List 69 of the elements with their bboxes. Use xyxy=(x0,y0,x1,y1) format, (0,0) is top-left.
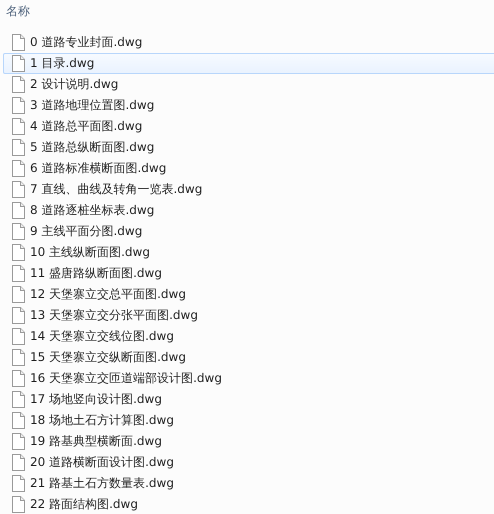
file-row[interactable]: 17 场地竖向设计图.dwg xyxy=(3,389,494,410)
file-icon xyxy=(12,286,25,303)
column-header[interactable]: 名称 xyxy=(6,2,30,20)
file-name: 3 道路地理位置图.dwg xyxy=(30,97,154,114)
file-row[interactable]: 10 主线纵断面图.dwg xyxy=(3,242,494,263)
file-row[interactable]: 16 天堡寨立交匝道端部设计图.dwg xyxy=(3,368,494,389)
file-name: 12 天堡寨立交总平面图.dwg xyxy=(30,286,186,303)
file-name: 20 道路横断面设计图.dwg xyxy=(30,454,174,471)
file-row[interactable]: 3 道路地理位置图.dwg xyxy=(3,95,494,116)
file-row[interactable]: 15 天堡寨立交纵断面图.dwg xyxy=(3,347,494,368)
file-icon xyxy=(12,118,25,135)
file-icon xyxy=(12,76,25,93)
file-icon xyxy=(12,202,25,219)
file-name: 21 路基土石方数量表.dwg xyxy=(30,475,174,492)
file-icon xyxy=(12,139,25,156)
file-name: 11 盛唐路纵断面图.dwg xyxy=(30,265,162,282)
file-row[interactable]: 0 道路专业封面.dwg xyxy=(3,32,494,53)
file-name: 19 路基典型横断面.dwg xyxy=(30,433,162,450)
file-row[interactable]: 1 目录.dwg xyxy=(3,53,494,74)
file-icon xyxy=(12,223,25,240)
file-name: 5 道路总纵断面图.dwg xyxy=(30,139,154,156)
file-row[interactable]: 14 天堡寨立交线位图.dwg xyxy=(3,326,494,347)
file-name: 14 天堡寨立交线位图.dwg xyxy=(30,328,174,345)
file-icon xyxy=(12,307,25,324)
file-row[interactable]: 13 天堡寨立交分张平面图.dwg xyxy=(3,305,494,326)
file-name: 13 天堡寨立交分张平面图.dwg xyxy=(30,307,198,324)
file-icon xyxy=(12,34,25,51)
file-icon xyxy=(12,244,25,261)
file-name: 16 天堡寨立交匝道端部设计图.dwg xyxy=(30,370,222,387)
file-name: 8 道路逐桩坐标表.dwg xyxy=(30,202,154,219)
file-row[interactable]: 5 道路总纵断面图.dwg xyxy=(3,137,494,158)
file-row[interactable]: 11 盛唐路纵断面图.dwg xyxy=(3,263,494,284)
file-icon xyxy=(12,454,25,471)
file-row[interactable]: 6 道路标准横断面图.dwg xyxy=(3,158,494,179)
file-icon xyxy=(12,412,25,429)
file-row[interactable]: 2 设计说明.dwg xyxy=(3,74,494,95)
file-row[interactable]: 8 道路逐桩坐标表.dwg xyxy=(3,200,494,221)
file-row[interactable]: 21 路基土石方数量表.dwg xyxy=(3,473,494,494)
file-icon xyxy=(12,328,25,345)
file-row[interactable]: 19 路基典型横断面.dwg xyxy=(3,431,494,452)
file-name: 2 设计说明.dwg xyxy=(30,76,118,93)
file-name: 10 主线纵断面图.dwg xyxy=(30,244,150,261)
file-icon xyxy=(12,370,25,387)
file-name: 22 路面结构图.dwg xyxy=(30,496,138,513)
file-name: 15 天堡寨立交纵断面图.dwg xyxy=(30,349,186,366)
file-name: 9 主线平面分图.dwg xyxy=(30,223,142,240)
file-name: 17 场地竖向设计图.dwg xyxy=(30,391,162,408)
file-icon xyxy=(12,55,25,72)
file-name: 6 道路标准横断面图.dwg xyxy=(30,160,166,177)
file-icon xyxy=(12,160,25,177)
file-icon xyxy=(12,433,25,450)
file-icon xyxy=(12,475,25,492)
file-icon xyxy=(12,265,25,282)
file-row[interactable]: 20 道路横断面设计图.dwg xyxy=(3,452,494,473)
file-icon xyxy=(12,97,25,114)
file-row[interactable]: 9 主线平面分图.dwg xyxy=(3,221,494,242)
file-name: 7 直线、曲线及转角一览表.dwg xyxy=(30,181,202,198)
file-row[interactable]: 18 场地土石方计算图.dwg xyxy=(3,410,494,431)
file-row[interactable]: 7 直线、曲线及转角一览表.dwg xyxy=(3,179,494,200)
file-name: 1 目录.dwg xyxy=(30,55,94,72)
file-icon xyxy=(12,181,25,198)
file-name: 18 场地土石方计算图.dwg xyxy=(30,412,174,429)
file-name: 4 道路总平面图.dwg xyxy=(30,118,142,135)
file-row[interactable]: 4 道路总平面图.dwg xyxy=(3,116,494,137)
file-icon xyxy=(12,349,25,366)
file-row[interactable]: 22 路面结构图.dwg xyxy=(3,494,494,514)
file-name: 0 道路专业封面.dwg xyxy=(30,34,142,51)
file-row[interactable]: 12 天堡寨立交总平面图.dwg xyxy=(3,284,494,305)
file-icon xyxy=(12,391,25,408)
